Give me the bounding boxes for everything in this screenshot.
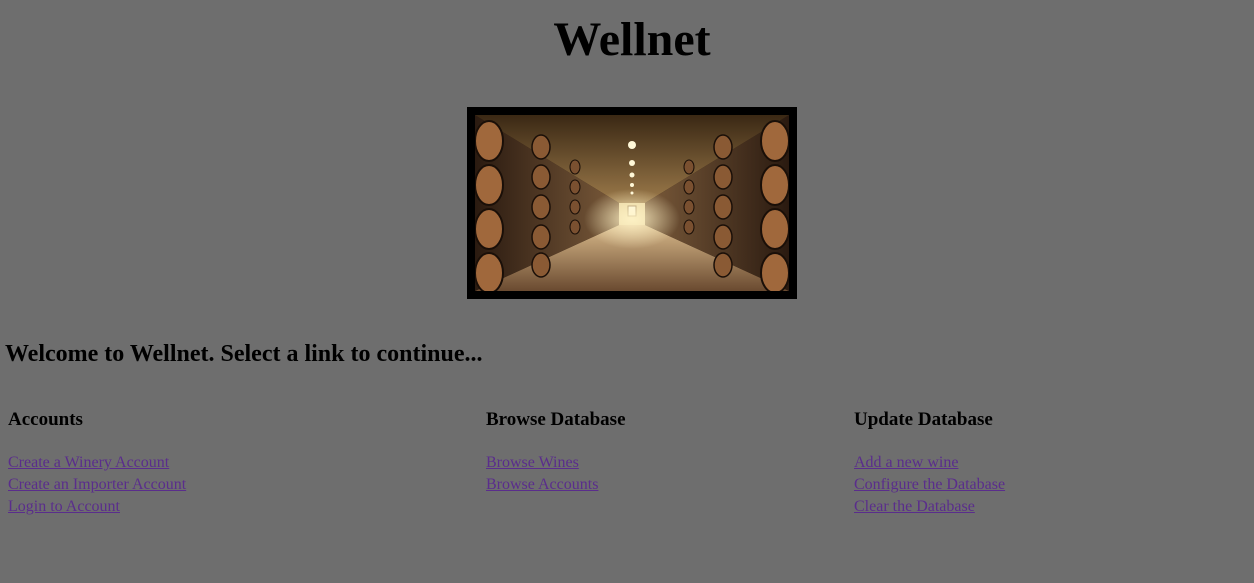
update-heading: Update Database (854, 409, 993, 430)
browse-section: Browse Database Browse Wines Browse Acco… (486, 408, 626, 496)
site-title: Wellnet (553, 13, 711, 66)
welcome-message: Welcome to Wellnet. Select a link to con… (5, 341, 483, 367)
page: Wellnet Welcome to Wellnet. Select a lin… (0, 0, 1254, 583)
create-importer-account-link[interactable]: Create an Importer Account (8, 474, 186, 496)
add-wine-link[interactable]: Add a new wine (854, 452, 1005, 474)
accounts-section: Accounts Create a Winery Account Create … (8, 408, 186, 518)
browse-heading: Browse Database (486, 409, 626, 430)
browse-wines-link[interactable]: Browse Wines (486, 452, 626, 474)
wine-cellar-barrels-image (475, 115, 789, 291)
login-link[interactable]: Login to Account (8, 496, 186, 518)
configure-database-link[interactable]: Configure the Database (854, 474, 1005, 496)
browse-accounts-link[interactable]: Browse Accounts (486, 474, 626, 496)
banner-frame (467, 107, 797, 299)
accounts-heading: Accounts (8, 409, 83, 430)
create-winery-account-link[interactable]: Create a Winery Account (8, 452, 186, 474)
update-section: Update Database Add a new wine Configure… (854, 408, 1005, 518)
clear-database-link[interactable]: Clear the Database (854, 496, 1005, 518)
